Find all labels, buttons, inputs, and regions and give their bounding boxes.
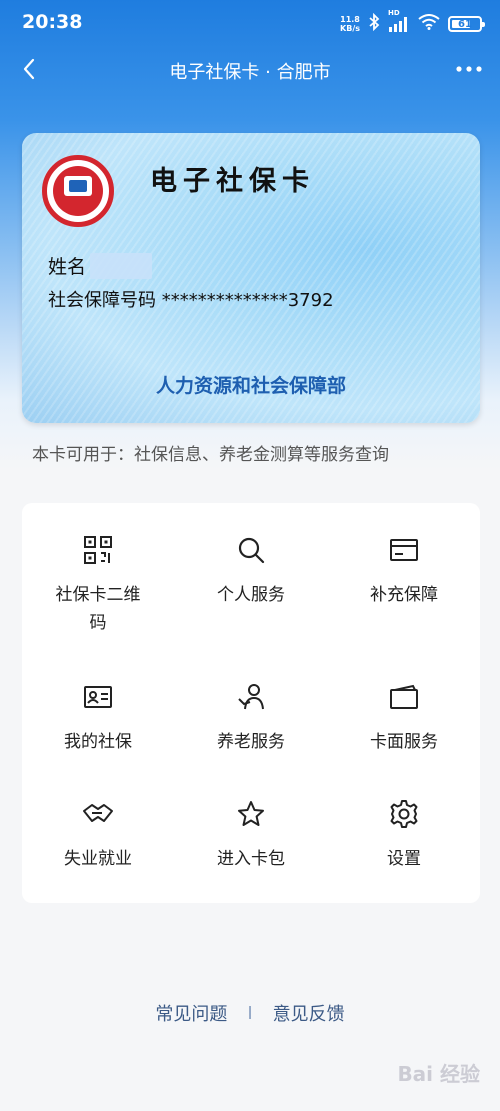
service-label: 进入卡包 bbox=[217, 849, 285, 869]
status-indicators: 11.8 KB/s HD 61 bbox=[340, 9, 485, 35]
watermark: Bai 经验 bbox=[397, 1062, 480, 1086]
qrcode-icon bbox=[81, 533, 115, 567]
name-label: 姓名 bbox=[48, 256, 87, 278]
service-settings[interactable]: 设置 bbox=[328, 797, 480, 873]
star-icon bbox=[234, 797, 268, 831]
service-label: 卡面服务 bbox=[370, 732, 438, 752]
cell-signal-icon: HD bbox=[388, 9, 410, 32]
battery-icon: 61 bbox=[448, 16, 485, 32]
person-hand-icon bbox=[234, 680, 268, 714]
service-supplementary[interactable]: 补充保障 bbox=[328, 533, 480, 609]
service-label: 养老服务 bbox=[217, 732, 285, 752]
search-icon bbox=[234, 533, 268, 567]
card-face-icon bbox=[387, 680, 421, 714]
bluetooth-icon bbox=[368, 12, 380, 35]
social-security-card[interactable]: 电子社保卡 姓名 社会保障号码 **************3792 人力资源和… bbox=[22, 133, 480, 423]
id-value: **************3792 bbox=[161, 290, 334, 311]
status-bar: 20:38 11.8 KB/s HD 61 bbox=[0, 0, 500, 46]
nav-bar: 电子社保卡 · 合肥市 bbox=[0, 46, 500, 96]
network-speed: 11.8 KB/s bbox=[340, 15, 360, 33]
service-label: 社保卡二维码 bbox=[55, 585, 141, 633]
card-name-row: 姓名 bbox=[48, 252, 153, 279]
service-card-wallet[interactable]: 进入卡包 bbox=[175, 797, 327, 873]
wifi-icon bbox=[418, 14, 440, 34]
status-time: 20:38 bbox=[22, 11, 83, 33]
feedback-link[interactable]: 意见反馈 bbox=[273, 1000, 345, 1026]
card-icon bbox=[387, 533, 421, 567]
service-personal[interactable]: 个人服务 bbox=[175, 533, 327, 609]
id-label: 社会保障号码 bbox=[48, 290, 156, 311]
id-card-icon bbox=[81, 680, 115, 714]
service-label: 个人服务 bbox=[217, 585, 285, 605]
more-button[interactable] bbox=[452, 54, 486, 84]
service-label: 失业就业 bbox=[64, 849, 132, 869]
service-qrcode[interactable]: 社保卡二维码 bbox=[22, 533, 174, 637]
service-elderly[interactable]: 养老服务 bbox=[175, 680, 327, 756]
page-title: 电子社保卡 · 合肥市 bbox=[169, 62, 331, 83]
service-my-insurance[interactable]: 我的社保 bbox=[22, 680, 174, 756]
service-grid: 社保卡二维码 个人服务 补充保障 我的社保 养老服务 卡面服务 失业就业 进入卡… bbox=[22, 503, 480, 903]
card-issuer: 人力资源和社会保障部 bbox=[155, 375, 346, 397]
name-redacted bbox=[90, 252, 153, 279]
service-label: 补充保障 bbox=[370, 585, 438, 605]
handshake-icon bbox=[81, 797, 115, 831]
card-id-row: 社会保障号码 **************3792 bbox=[48, 286, 334, 312]
footer-links: 常见问题 I 意见反馈 bbox=[0, 1000, 500, 1026]
gear-icon bbox=[387, 797, 421, 831]
card-title: 电子社保卡 bbox=[150, 166, 315, 197]
social-security-logo bbox=[42, 155, 114, 227]
service-card-face[interactable]: 卡面服务 bbox=[328, 680, 480, 756]
footer-separator: I bbox=[247, 1002, 253, 1024]
faq-link[interactable]: 常见问题 bbox=[155, 1000, 227, 1026]
service-employment[interactable]: 失业就业 bbox=[22, 797, 174, 873]
more-dots-icon bbox=[456, 66, 482, 72]
service-label: 设置 bbox=[387, 849, 421, 869]
usage-note: 本卡可用于：社保信息、养老金测算等服务查询 bbox=[32, 445, 389, 465]
service-label: 我的社保 bbox=[64, 732, 132, 752]
